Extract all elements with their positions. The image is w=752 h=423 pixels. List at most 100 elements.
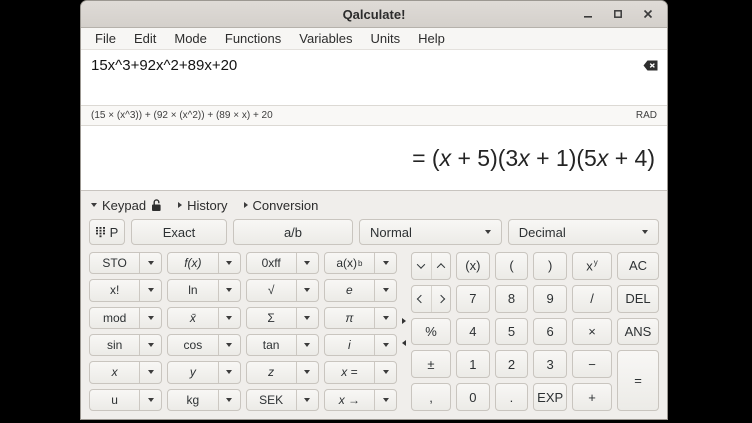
factorial-label[interactable]: x! [90, 280, 139, 300]
fx-dropdown-arrow[interactable] [218, 253, 240, 273]
fraction-toggle-button[interactable]: a/b [233, 219, 353, 245]
e-label[interactable]: e [325, 280, 374, 300]
programming-keypad-button[interactable]: P [89, 219, 125, 245]
assign-x-button[interactable]: x = [324, 361, 397, 383]
var-z-dropdown-arrow[interactable] [296, 362, 318, 382]
open-paren-button[interactable]: ( [495, 252, 529, 280]
unlock-icon[interactable] [151, 199, 162, 212]
digit-5-button[interactable]: 5 [495, 318, 529, 346]
display-mode-select[interactable]: Normal [359, 219, 502, 245]
fx-button[interactable]: f(x) [167, 252, 240, 274]
expression-input[interactable]: 15x^3+92x^2+89x+20 [81, 50, 667, 105]
hex-button[interactable]: 0xff [246, 252, 319, 274]
maximize-button[interactable] [609, 5, 627, 23]
digit-7-button[interactable]: 7 [456, 285, 490, 313]
digit-9-button[interactable]: 9 [533, 285, 567, 313]
menu-help[interactable]: Help [409, 29, 454, 48]
e-button[interactable]: e [324, 279, 397, 301]
sqrt-label[interactable]: √ [247, 280, 296, 300]
unit-u-label[interactable]: u [90, 390, 139, 410]
menu-units[interactable]: Units [362, 29, 410, 48]
tab-conversion[interactable]: Conversion [244, 198, 319, 213]
equals-button[interactable]: = [617, 350, 659, 411]
assign-x-dropdown-arrow[interactable] [374, 362, 396, 382]
sto-label[interactable]: STO [90, 253, 139, 273]
minimize-button[interactable] [579, 5, 597, 23]
titlebar[interactable]: Qalculate! [81, 1, 667, 28]
cos-button[interactable]: cos [167, 334, 240, 356]
minus-button[interactable]: − [572, 350, 612, 378]
tab-keypad[interactable]: Keypad [91, 198, 162, 213]
tan-label[interactable]: tan [247, 335, 296, 355]
ln-button[interactable]: ln [167, 279, 240, 301]
digit-3-button[interactable]: 3 [533, 350, 567, 378]
hex-label[interactable]: 0xff [247, 253, 296, 273]
sqrt-button[interactable]: √ [246, 279, 319, 301]
pi-label[interactable]: π [325, 308, 374, 328]
clear-input-button[interactable] [643, 58, 658, 76]
plus-minus-button[interactable]: ± [411, 350, 451, 378]
tab-history[interactable]: History [178, 198, 227, 213]
factorial-dropdown-arrow[interactable] [139, 280, 161, 300]
mod-label[interactable]: mod [90, 308, 139, 328]
sin-button[interactable]: sin [89, 334, 162, 356]
tan-dropdown-arrow[interactable] [296, 335, 318, 355]
imaginary-button[interactable]: i [324, 334, 397, 356]
paren-x-button[interactable]: (x) [456, 252, 490, 280]
currency-sek-button[interactable]: SEK [246, 389, 319, 411]
e-dropdown-arrow[interactable] [374, 280, 396, 300]
factorial-button[interactable]: x! [89, 279, 162, 301]
unit-kg-button[interactable]: kg [167, 389, 240, 411]
hex-dropdown-arrow[interactable] [296, 253, 318, 273]
mean-button[interactable]: x̄ [167, 307, 240, 329]
menu-mode[interactable]: Mode [165, 29, 216, 48]
digit-6-button[interactable]: 6 [533, 318, 567, 346]
unit-kg-dropdown-arrow[interactable] [218, 390, 240, 410]
del-button[interactable]: DEL [617, 285, 659, 313]
decimal-point-button[interactable]: . [495, 383, 529, 411]
number-base-select[interactable]: Decimal [508, 219, 659, 245]
power-function-button[interactable]: a(x)b [324, 252, 397, 274]
mean-dropdown-arrow[interactable] [218, 308, 240, 328]
fx-label[interactable]: f(x) [168, 253, 217, 273]
divider-left-arrow[interactable] [402, 340, 406, 346]
var-z-label[interactable]: z [247, 362, 296, 382]
digit-8-button[interactable]: 8 [495, 285, 529, 313]
mod-dropdown-arrow[interactable] [139, 308, 161, 328]
currency-sek-label[interactable]: SEK [247, 390, 296, 410]
cos-label[interactable]: cos [168, 335, 217, 355]
tan-button[interactable]: tan [246, 334, 319, 356]
comma-button[interactable]: , [411, 383, 451, 411]
sto-dropdown-arrow[interactable] [139, 253, 161, 273]
var-x-label[interactable]: x [90, 362, 139, 382]
currency-sek-dropdown-arrow[interactable] [296, 390, 318, 410]
sqrt-dropdown-arrow[interactable] [296, 280, 318, 300]
convert-x-label[interactable]: x → [325, 390, 374, 410]
imaginary-label[interactable]: i [325, 335, 374, 355]
menu-variables[interactable]: Variables [290, 29, 361, 48]
assign-x-label[interactable]: x = [325, 362, 374, 382]
percent-button[interactable]: % [411, 318, 451, 346]
var-x-button[interactable]: x [89, 361, 162, 383]
var-z-button[interactable]: z [246, 361, 319, 383]
mod-button[interactable]: mod [89, 307, 162, 329]
menu-file[interactable]: File [86, 29, 125, 48]
menu-edit[interactable]: Edit [125, 29, 165, 48]
ln-label[interactable]: ln [168, 280, 217, 300]
sin-label[interactable]: sin [90, 335, 139, 355]
unit-kg-label[interactable]: kg [168, 390, 217, 410]
ln-dropdown-arrow[interactable] [218, 280, 240, 300]
sum-dropdown-arrow[interactable] [296, 308, 318, 328]
exact-toggle-button[interactable]: Exact [131, 219, 227, 245]
imaginary-dropdown-arrow[interactable] [374, 335, 396, 355]
convert-x-button[interactable]: x → [324, 389, 397, 411]
digit-1-button[interactable]: 1 [456, 350, 490, 378]
exp-button[interactable]: EXP [533, 383, 567, 411]
cursor-right-button[interactable] [431, 286, 451, 312]
cursor-left-button[interactable] [412, 286, 431, 312]
close-button[interactable] [639, 5, 657, 23]
convert-x-dropdown-arrow[interactable] [374, 390, 396, 410]
scroll-up-button[interactable] [431, 253, 451, 279]
unit-u-button[interactable]: u [89, 389, 162, 411]
sto-button[interactable]: STO [89, 252, 162, 274]
